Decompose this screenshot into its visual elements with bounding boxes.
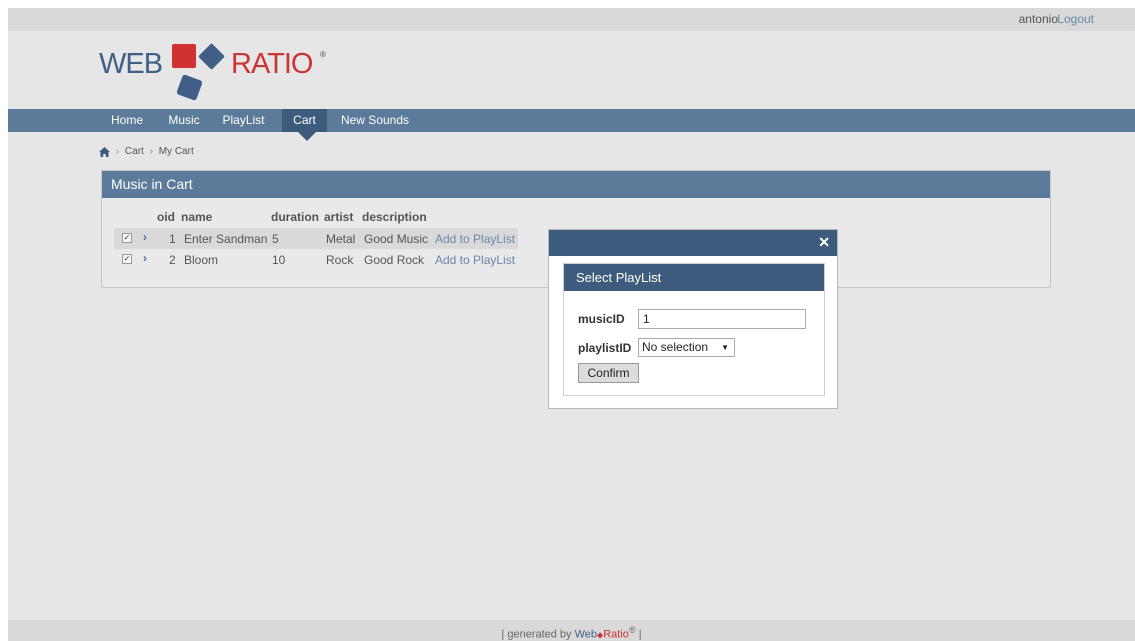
breadcrumb-cart[interactable]: Cart [125,146,144,157]
select-playlist-form: Select PlayList musicID 1 playlistID No … [563,263,825,396]
cell-duration: 10 [272,253,286,267]
column-header-name: name [181,210,213,224]
playlist-id-selected: No selection [642,340,709,354]
cell-artist: Rock [326,253,354,267]
cell-duration: 5 [272,232,279,246]
close-icon[interactable]: ✕ [818,234,830,251]
table-row: ✓ › 2 Bloom 10 Rock Good Rock Add to Pla… [114,249,518,270]
footer-brand-ratio: Ratio [603,628,629,641]
footer: | generated by Web◆Ratio® | [8,620,1135,641]
logo-red-square [172,44,196,68]
column-header-duration: duration [271,210,319,224]
footer-brand-web: Web [574,628,598,641]
cell-description: Good Rock [364,253,425,267]
music-id-input[interactable]: 1 [638,309,806,329]
nav-music[interactable]: Music [161,109,207,132]
footer-prefix: | generated by [501,628,572,641]
webratio-logo: WEB RATIO ® [99,40,339,102]
home-icon[interactable] [99,146,110,157]
breadcrumb-separator: › [149,146,153,157]
cell-artist: Metal [326,232,356,246]
panel-title: Music in Cart [102,171,1050,198]
add-to-playlist-link[interactable]: Add to PlayList [435,253,515,267]
add-to-playlist-link[interactable]: Add to PlayList [435,232,515,246]
playlist-id-label: playlistID [578,341,632,355]
logo-blue-diamond [198,43,225,70]
top-bar: antonio Logout [8,8,1135,31]
nav-playlist[interactable]: PlayList [217,109,270,132]
nav-new-sounds[interactable]: New Sounds [335,109,415,132]
column-header-oid: oid [157,210,175,224]
footer-reg-mark: ® [628,625,636,635]
music-id-label: musicID [578,312,625,326]
nav-active-indicator [298,132,316,141]
breadcrumb-separator: › [115,146,120,157]
footer-suffix: | [638,628,642,641]
cell-description: Good Music [364,232,429,246]
logo-text-ratio: RATIO [231,48,313,80]
cell-oid: 1 [169,232,176,246]
nav-home[interactable]: Home [103,109,151,132]
row-checkbox[interactable]: ✓ [122,233,132,243]
table-row: ✓ › 1 Enter Sandman 5 Metal Good Music A… [114,228,518,249]
cell-oid: 2 [169,253,176,267]
column-header-artist: artist [324,210,354,224]
cell-name: Enter Sandman [184,232,268,246]
playlist-id-select[interactable]: No selection ▼ [638,338,735,357]
chevron-right-icon[interactable]: › [143,230,147,244]
logo-blue-square [176,74,203,101]
chevron-right-icon[interactable]: › [143,251,147,265]
column-header-description: description [362,210,427,224]
logo-text-web: WEB [99,48,163,80]
nav-cart[interactable]: Cart [282,109,327,132]
username: antonio [1018,12,1058,26]
row-checkbox[interactable]: ✓ [122,254,132,264]
form-title: Select PlayList [564,264,824,291]
app-window: antonio Logout WEB RATIO ® Home Music Pl… [8,8,1135,641]
main-nav: Home Music PlayList Cart New Sounds [8,109,1135,132]
logo-registered-mark: ® [320,50,326,59]
dropdown-arrow-icon: ▼ [721,343,729,352]
logout-link[interactable]: Logout [1057,12,1094,26]
select-playlist-dialog: ✕ Select PlayList musicID 1 playlistID N… [548,229,838,409]
confirm-button[interactable]: Confirm [578,363,639,383]
breadcrumb-my-cart: My Cart [158,146,194,157]
cell-name: Bloom [184,253,219,267]
dialog-title-bar: ✕ [549,230,837,256]
breadcrumb: › Cart › My Cart [99,146,194,157]
